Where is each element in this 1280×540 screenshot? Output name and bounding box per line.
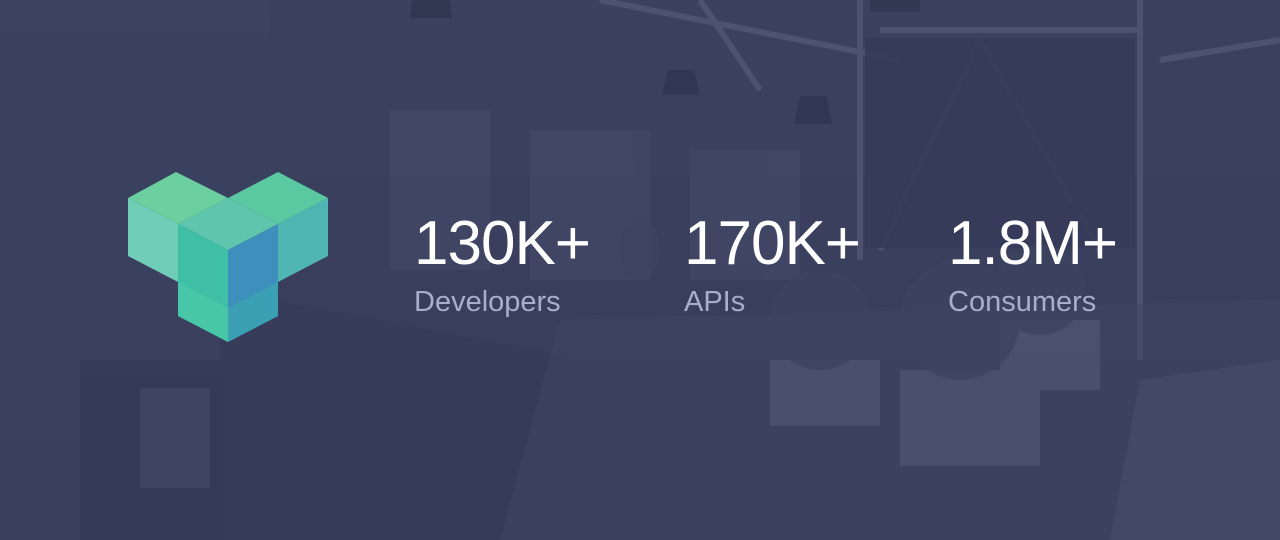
- stat-apis: 170K+ APIs: [684, 208, 861, 320]
- stat-label: Developers: [414, 286, 561, 318]
- stat-consumers: 1.8M+ Consumers: [948, 208, 1118, 320]
- stats-banner: 130K+ Developers 170K+ APIs 1.8M+ Consum…: [0, 0, 1280, 540]
- stat-label: Consumers: [948, 286, 1097, 318]
- stat-value: 170K+: [684, 209, 861, 278]
- stat-label: APIs: [684, 286, 746, 318]
- stat-value: 130K+: [414, 209, 591, 278]
- stat-value: 1.8M+: [948, 209, 1118, 278]
- stat-developers: 130K+ Developers: [414, 208, 591, 320]
- brand-logo-icon: [128, 172, 328, 342]
